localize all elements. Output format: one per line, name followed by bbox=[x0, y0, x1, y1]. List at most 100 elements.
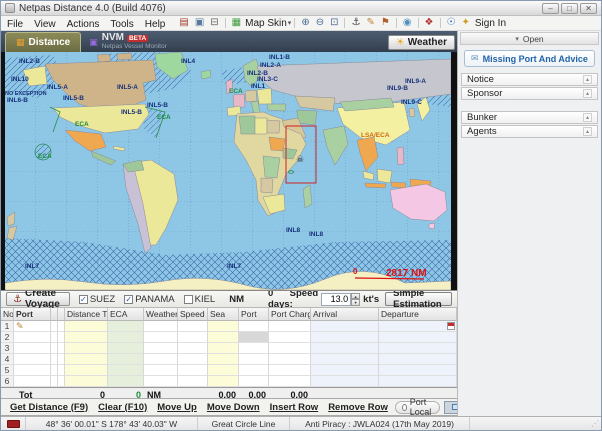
canal-checkbox-kiel[interactable]: KIEL bbox=[184, 294, 216, 305]
accordion-section-sponsor[interactable]: Sponsor▴ bbox=[461, 87, 598, 100]
menu-item-help[interactable]: Help bbox=[145, 19, 166, 30]
table-cell[interactable] bbox=[178, 376, 208, 387]
speed-input[interactable] bbox=[321, 293, 351, 306]
table-cell[interactable]: ✎ bbox=[14, 321, 51, 332]
table-cell[interactable] bbox=[51, 376, 58, 387]
action-link-insert-row[interactable]: Insert Row bbox=[270, 402, 319, 413]
table-cell[interactable] bbox=[58, 332, 65, 343]
create-voyage-button[interactable]: ⚓ Create Voyage bbox=[6, 292, 70, 306]
table-cell[interactable] bbox=[58, 376, 65, 387]
collapse-caret-icon[interactable]: ▴ bbox=[583, 89, 592, 98]
table-cell[interactable] bbox=[311, 365, 379, 376]
table-cell[interactable] bbox=[58, 321, 65, 332]
table-cell[interactable] bbox=[178, 343, 208, 354]
panel-collapse-bar[interactable]: ▾ Open bbox=[460, 32, 599, 45]
report-icon[interactable]: ▤ bbox=[179, 18, 188, 28]
table-cell[interactable]: 2 bbox=[1, 332, 14, 343]
capture-icon[interactable]: ▣ bbox=[195, 18, 204, 28]
table-cell[interactable] bbox=[208, 343, 239, 354]
column-header[interactable] bbox=[51, 308, 58, 321]
table-cell[interactable] bbox=[269, 376, 311, 387]
tab-distance[interactable]: ▦ Distance bbox=[5, 32, 81, 52]
action-link-move-up[interactable]: Move Up bbox=[157, 402, 197, 413]
menu-item-file[interactable]: File bbox=[7, 19, 23, 30]
zoom-out-icon[interactable]: ⊖ bbox=[316, 18, 324, 28]
table-row[interactable]: 2 bbox=[1, 332, 457, 343]
table-cell[interactable] bbox=[311, 376, 379, 387]
table-cell[interactable] bbox=[65, 376, 108, 387]
bunker-drop-icon[interactable]: ◉ bbox=[403, 18, 412, 28]
maximize-button[interactable]: □ bbox=[561, 3, 578, 14]
action-link-remove-row[interactable]: Remove Row bbox=[328, 402, 388, 413]
table-cell[interactable] bbox=[178, 354, 208, 365]
table-cell[interactable] bbox=[178, 365, 208, 376]
canal-checkbox-panama[interactable]: ✓PANAMA bbox=[124, 294, 174, 305]
accordion-section-notice[interactable]: Notice▴ bbox=[461, 73, 598, 86]
globe-icon[interactable]: ☉ bbox=[447, 18, 456, 28]
table-cell[interactable] bbox=[108, 365, 144, 376]
tab-nvm[interactable]: ▣ NVMBETA Netpas Vessel Monitor bbox=[81, 32, 175, 52]
flag-icon[interactable]: ⚑ bbox=[381, 18, 390, 28]
column-header-port-charge[interactable]: Port Charge bbox=[269, 308, 311, 321]
table-cell[interactable] bbox=[379, 354, 457, 365]
table-cell[interactable] bbox=[269, 321, 311, 332]
close-button[interactable]: ✕ bbox=[580, 3, 597, 14]
table-cell[interactable] bbox=[144, 354, 178, 365]
table-cell[interactable] bbox=[311, 343, 379, 354]
table-cell[interactable] bbox=[208, 332, 239, 343]
table-cell[interactable] bbox=[51, 321, 58, 332]
table-cell[interactable] bbox=[311, 332, 379, 343]
table-cell[interactable]: 3 bbox=[1, 343, 14, 354]
resize-grip[interactable]: ⋰ bbox=[591, 419, 599, 428]
column-header-no[interactable]: No bbox=[1, 308, 14, 321]
column-header-sea[interactable]: Sea bbox=[208, 308, 239, 321]
table-cell[interactable] bbox=[379, 365, 457, 376]
table-cell[interactable] bbox=[65, 343, 108, 354]
table-cell[interactable] bbox=[379, 321, 457, 332]
table-cell[interactable] bbox=[178, 332, 208, 343]
table-cell[interactable] bbox=[239, 365, 269, 376]
table-cell[interactable] bbox=[379, 332, 457, 343]
table-cell[interactable] bbox=[311, 354, 379, 365]
port-local-toggle[interactable]: Port Local bbox=[395, 401, 441, 414]
table-cell[interactable] bbox=[379, 343, 457, 354]
simple-estimation-button[interactable]: Simple Estimation bbox=[385, 292, 452, 306]
table-cell[interactable]: 1 bbox=[1, 321, 14, 332]
table-cell[interactable]: 5 bbox=[1, 365, 14, 376]
table-cell[interactable]: 6 bbox=[1, 376, 14, 387]
table-cell[interactable] bbox=[58, 343, 65, 354]
table-cell[interactable] bbox=[51, 365, 58, 376]
map-skin-dropdown-arrow[interactable]: ▾ bbox=[288, 19, 292, 27]
table-cell[interactable] bbox=[14, 376, 51, 387]
weather-button[interactable]: ☀ Weather bbox=[388, 35, 455, 50]
table-cell[interactable] bbox=[239, 321, 269, 332]
collapse-caret-icon[interactable]: ▴ bbox=[583, 75, 592, 84]
map-skin-button[interactable]: Map Skin bbox=[245, 18, 287, 29]
table-cell[interactable] bbox=[51, 343, 58, 354]
column-header[interactable] bbox=[58, 308, 65, 321]
table-row[interactable]: 6 bbox=[1, 376, 457, 387]
table-cell[interactable] bbox=[144, 343, 178, 354]
table-row[interactable]: 3 bbox=[1, 343, 457, 354]
table-cell[interactable] bbox=[108, 343, 144, 354]
action-link-clear-f10-[interactable]: Clear (F10) bbox=[98, 402, 147, 413]
table-cell[interactable] bbox=[208, 376, 239, 387]
table-row[interactable]: 1✎ bbox=[1, 321, 457, 332]
column-header-weather[interactable]: Weather bbox=[144, 308, 178, 321]
minimize-button[interactable]: – bbox=[542, 3, 559, 14]
sign-in-button[interactable]: Sign In bbox=[475, 18, 506, 29]
table-cell[interactable] bbox=[108, 321, 144, 332]
table-cell[interactable] bbox=[65, 365, 108, 376]
edit-route-icon[interactable]: ✎ bbox=[366, 18, 374, 28]
table-cell[interactable] bbox=[14, 365, 51, 376]
table-row[interactable]: 5 bbox=[1, 365, 457, 376]
table-cell[interactable] bbox=[239, 332, 269, 343]
menu-item-view[interactable]: View bbox=[34, 19, 56, 30]
action-link-get-distance-f9-[interactable]: Get Distance (F9) bbox=[10, 402, 88, 413]
table-cell[interactable] bbox=[144, 376, 178, 387]
fit-screen-icon[interactable]: ⊡ bbox=[330, 18, 338, 28]
table-cell[interactable] bbox=[269, 365, 311, 376]
table-cell[interactable] bbox=[108, 376, 144, 387]
edit-pencil-icon[interactable]: ✎ bbox=[16, 321, 24, 332]
table-row[interactable]: 4 bbox=[1, 354, 457, 365]
